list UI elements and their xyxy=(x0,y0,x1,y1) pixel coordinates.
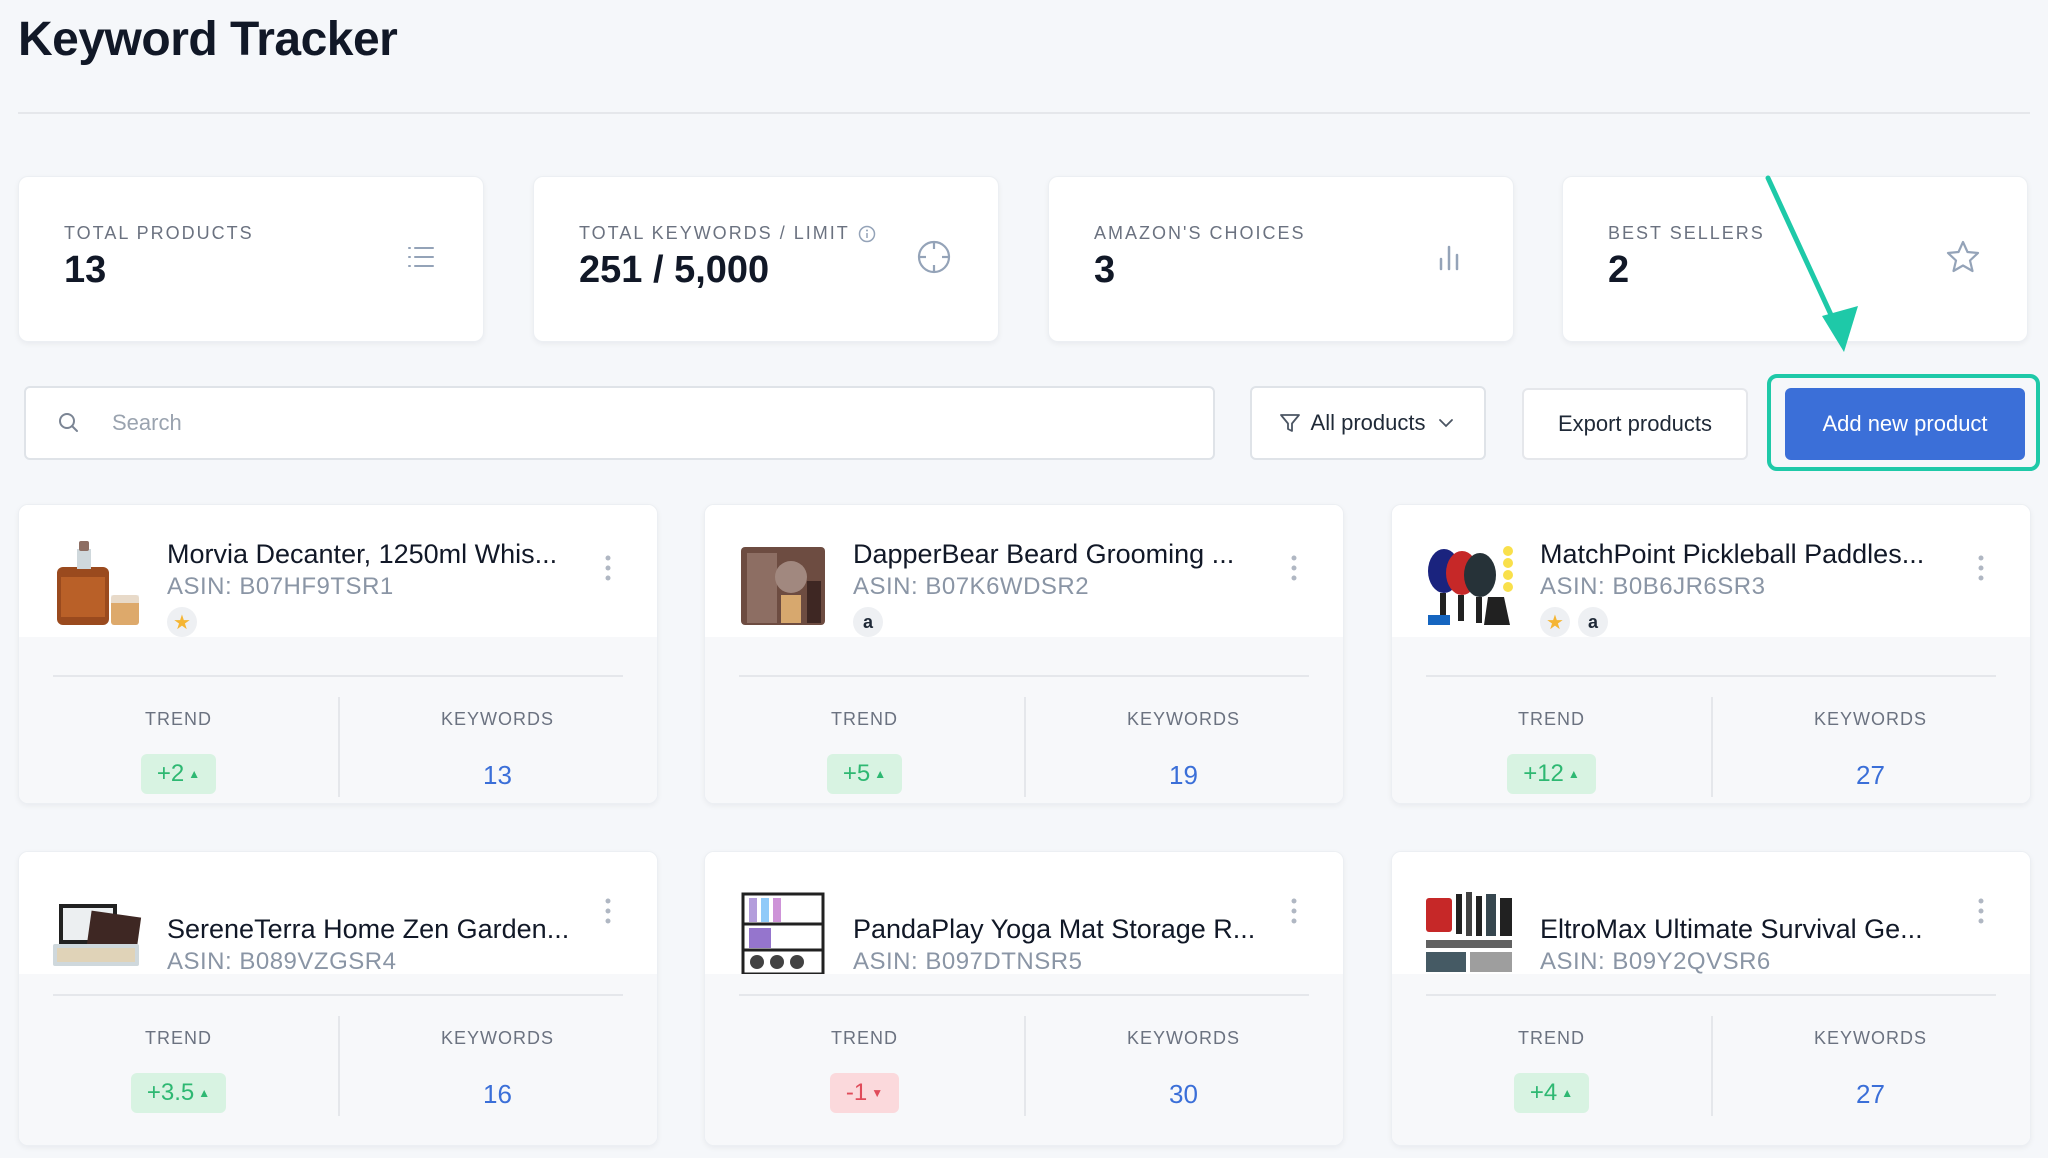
stat-value: 2 xyxy=(1608,249,1630,291)
search-icon xyxy=(59,413,78,432)
trend-stat: TREND +4 ▲ xyxy=(1392,1016,1711,1136)
keywords-stat: KEYWORDS 27 xyxy=(1711,1016,2030,1136)
keywords-count[interactable]: 30 xyxy=(1024,1079,1343,1110)
trend-stat: TREND +12 ▲ xyxy=(1392,697,1711,803)
product-asin: ASIN: B07K6WDSR2 xyxy=(853,573,1090,600)
trend-stat: TREND +2 ▲ xyxy=(19,697,338,803)
product-asin: ASIN: B097DTNSR5 xyxy=(853,948,1083,975)
product-image xyxy=(1428,546,1513,625)
keywords-stat: KEYWORDS 27 xyxy=(1711,697,2030,803)
keywords-stat: KEYWORDS 30 xyxy=(1024,1016,1343,1136)
product-card[interactable]: EltroMax Ultimate Survival Ge... ASIN: B… xyxy=(1391,851,2031,1146)
trend-badge: -1 ▼ xyxy=(829,1073,900,1113)
filter-label: All products xyxy=(1310,410,1426,435)
stat-value: 13 xyxy=(64,249,107,291)
product-image xyxy=(741,547,825,625)
amazons-choice-icon: a xyxy=(853,607,883,637)
stat-card-total-products: TOTAL PRODUCTS 13 xyxy=(18,176,484,342)
product-image xyxy=(741,892,825,976)
info-icon[interactable] xyxy=(858,225,876,243)
stat-label: AMAZON'S CHOICES xyxy=(1094,223,1306,243)
product-card[interactable]: PandaPlay Yoga Mat Storage R... ASIN: B0… xyxy=(704,851,1344,1146)
star-icon xyxy=(1946,240,1980,273)
trend-stat: TREND -1 ▼ xyxy=(705,1016,1024,1136)
more-options-icon[interactable] xyxy=(1289,553,1299,583)
keywords-count[interactable]: 27 xyxy=(1711,760,2030,791)
more-options-icon[interactable] xyxy=(1976,553,1986,583)
keywords-stat: KEYWORDS 19 xyxy=(1024,697,1343,803)
stat-card-total-keywords: TOTAL KEYWORDS / LIMIT 251 / 5,000 xyxy=(533,176,999,342)
product-card[interactable]: Morvia Decanter, 1250ml Whis... ASIN: B0… xyxy=(18,504,658,804)
amazons-choice-icon: a xyxy=(1578,607,1608,637)
product-asin: ASIN: B0B6JR6SR3 xyxy=(1540,573,1766,600)
trend-stat: TREND +5 ▲ xyxy=(705,697,1024,803)
filter-icon xyxy=(1279,414,1300,432)
trend-badge: +3.5 ▲ xyxy=(130,1073,227,1113)
best-seller-star-icon: ★ xyxy=(167,607,197,637)
keywords-stat: KEYWORDS 16 xyxy=(338,1016,657,1136)
stat-value: 251 / 5,000 xyxy=(579,249,770,291)
stat-label: BEST SELLERS xyxy=(1608,223,1765,243)
product-image xyxy=(53,904,142,966)
keywords-count[interactable]: 16 xyxy=(338,1079,657,1110)
more-options-icon[interactable] xyxy=(1289,896,1299,926)
product-card[interactable]: SereneTerra Home Zen Garden... ASIN: B08… xyxy=(18,851,658,1146)
more-options-icon[interactable] xyxy=(1976,896,1986,926)
best-seller-star-icon: ★ xyxy=(1540,607,1570,637)
product-asin: ASIN: B089VZGSR4 xyxy=(167,948,397,975)
bar-chart-icon xyxy=(1439,245,1459,271)
product-image xyxy=(57,541,139,625)
filter-dropdown[interactable]: All products xyxy=(1250,386,1486,460)
list-icon xyxy=(408,247,434,267)
product-asin: ASIN: B07HF9TSR1 xyxy=(167,573,394,600)
product-card[interactable]: DapperBear Beard Grooming ... ASIN: B07K… xyxy=(704,504,1344,804)
product-title[interactable]: EltroMax Ultimate Survival Ge... xyxy=(1540,914,1980,945)
stat-label: TOTAL PRODUCTS xyxy=(64,223,254,243)
keywords-count[interactable]: 13 xyxy=(338,760,657,791)
crosshair-icon xyxy=(917,240,951,274)
search-input[interactable] xyxy=(112,410,1112,436)
product-image xyxy=(1426,892,1512,972)
trend-badge: +2 ▲ xyxy=(140,754,217,794)
product-title[interactable]: Morvia Decanter, 1250ml Whis... xyxy=(167,539,607,570)
more-options-icon[interactable] xyxy=(603,553,613,583)
stat-value: 3 xyxy=(1094,249,1116,291)
product-card[interactable]: MatchPoint Pickleball Paddles... ASIN: B… xyxy=(1391,504,2031,804)
trend-stat: TREND +3.5 ▲ xyxy=(19,1016,338,1136)
export-products-button[interactable]: Export products xyxy=(1522,388,1748,460)
trend-badge: +4 ▲ xyxy=(1513,1073,1590,1113)
annotation-arrow-icon xyxy=(1765,175,1858,352)
product-title[interactable]: DapperBear Beard Grooming ... xyxy=(853,539,1293,570)
trend-badge: +5 ▲ xyxy=(826,754,903,794)
keywords-count[interactable]: 27 xyxy=(1711,1079,2030,1110)
keywords-count[interactable]: 19 xyxy=(1024,760,1343,791)
product-title[interactable]: MatchPoint Pickleball Paddles... xyxy=(1540,539,1980,570)
chevron-down-icon xyxy=(1439,419,1454,428)
product-badges: ★ xyxy=(167,607,197,637)
search-box[interactable] xyxy=(24,386,1215,460)
more-options-icon[interactable] xyxy=(603,896,613,926)
product-title[interactable]: PandaPlay Yoga Mat Storage R... xyxy=(853,914,1293,945)
product-title[interactable]: SereneTerra Home Zen Garden... xyxy=(167,914,607,945)
stat-card-amazons-choices: AMAZON'S CHOICES 3 xyxy=(1048,176,1514,342)
stat-label: TOTAL KEYWORDS / LIMIT xyxy=(579,223,876,244)
trend-badge: +12 ▲ xyxy=(1507,754,1596,794)
product-badges: ★ a xyxy=(1540,607,1608,637)
product-badges: a xyxy=(853,607,883,637)
keywords-stat: KEYWORDS 13 xyxy=(338,697,657,803)
product-asin: ASIN: B09Y2QVSR6 xyxy=(1540,948,1771,975)
add-new-product-button[interactable]: Add new product xyxy=(1785,388,2025,460)
title-divider xyxy=(18,112,2030,114)
page-title: Keyword Tracker xyxy=(18,13,398,66)
